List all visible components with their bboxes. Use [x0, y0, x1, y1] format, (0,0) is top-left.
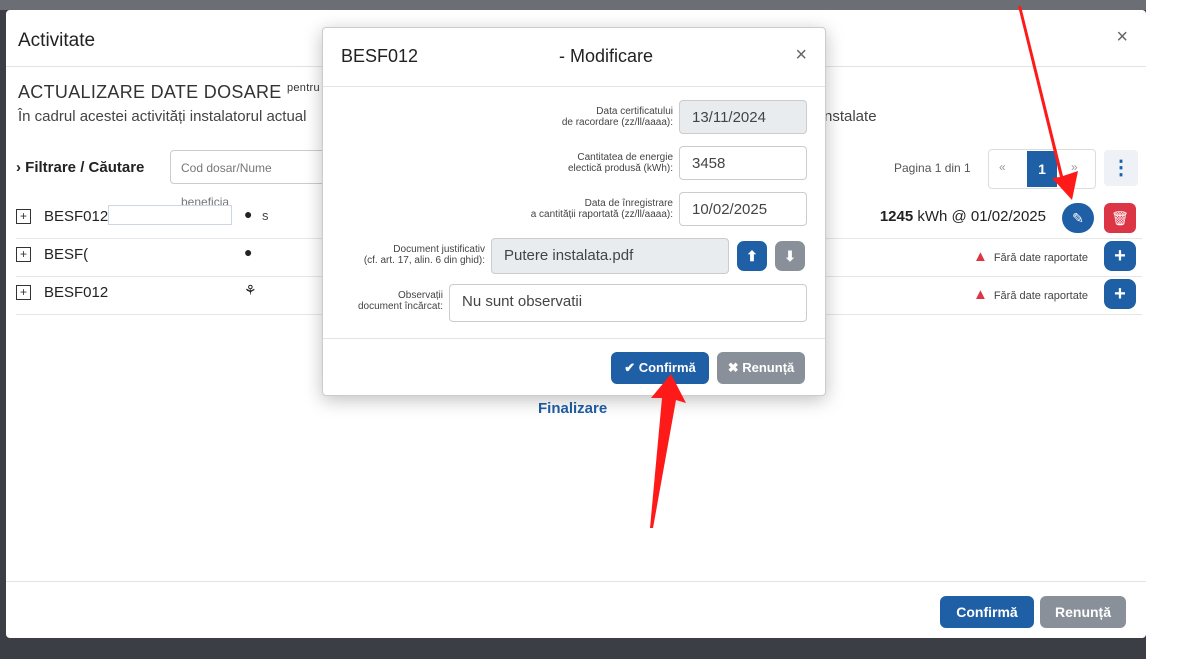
- label-line: electică produsă (kWh):: [567, 163, 673, 174]
- page-edge: [1146, 0, 1204, 659]
- filter-label: Filtrare / Căutare: [25, 159, 145, 176]
- status-warning: ▲ Fără date raportate: [973, 248, 1088, 265]
- filter-toggle[interactable]: › Filtrare / Căutare: [16, 159, 144, 176]
- modal-code: BESF012: [341, 46, 419, 66]
- dossier-code: BESF012: [44, 284, 109, 301]
- status-text: Fără date raportate: [993, 252, 1088, 264]
- download-icon: ⬇: [784, 248, 796, 264]
- divider: [323, 86, 825, 87]
- dossier-code: BESF012(: [44, 208, 114, 225]
- kwh-value: 1245: [879, 208, 914, 225]
- confirm-button[interactable]: Confirmă: [940, 596, 1034, 628]
- finalizare-link[interactable]: Finalizare: [538, 400, 607, 417]
- cancel-button[interactable]: Renunță: [1040, 596, 1126, 628]
- user-icon: ●: [244, 244, 253, 260]
- status-text: Fără date raportate: [993, 290, 1088, 302]
- delete-button[interactable]: 🗑: [1104, 203, 1136, 233]
- field-label: Cantitatea de energie electică produsă (…: [483, 152, 673, 174]
- confirm-button[interactable]: ✔ Confirmă: [611, 352, 709, 384]
- edit-modal: BESF012 - Modificare × Data certificatul…: [322, 27, 826, 396]
- registration-date-field[interactable]: 10/02/2025: [679, 192, 807, 226]
- expand-icon[interactable]: +: [16, 247, 31, 262]
- expand-icon[interactable]: +: [16, 209, 31, 224]
- divider: [323, 338, 825, 339]
- status-warning: ▲ Fără date raportate: [973, 286, 1088, 303]
- field-label: Document justificativ (cf. art. 17, alin…: [329, 244, 485, 266]
- label-line: Observații: [397, 290, 443, 301]
- field-label: Observații document încărcat:: [329, 290, 443, 312]
- modal-title: - Modificare: [559, 46, 654, 66]
- org-icon: ⚘: [244, 282, 257, 298]
- section-heading: ACTUALIZARE DATE DOSARE pentru: [18, 82, 320, 103]
- pagination-label: Pagina 1 din 1: [894, 161, 971, 175]
- divider: [6, 581, 1146, 582]
- close-icon[interactable]: ×: [795, 44, 807, 67]
- heading-sup: pentru: [286, 82, 320, 94]
- document-field[interactable]: Putere instalata.pdf: [491, 238, 729, 274]
- check-icon: ✔: [624, 360, 639, 375]
- reported-value: 1245 kWh @ 01/02/2025: [880, 208, 1046, 225]
- backdrop-strip: [0, 0, 1146, 10]
- label-line: document încărcat:: [357, 301, 443, 312]
- confirm-label: Confirmă: [638, 360, 696, 375]
- redacted-field: [264, 282, 320, 300]
- label-line: Document justificativ: [393, 244, 485, 255]
- energy-quantity-field[interactable]: 3458: [679, 146, 807, 180]
- warning-icon: ▲: [972, 248, 988, 265]
- observations-field[interactable]: Nu sunt observatii: [449, 284, 807, 322]
- dossier-code: BESF(: [44, 246, 89, 263]
- pagination: « 1 »: [988, 149, 1096, 189]
- close-icon[interactable]: ×: [1116, 26, 1128, 49]
- x-icon: ✖: [727, 360, 743, 375]
- modal-title: Activitate: [18, 30, 96, 51]
- pagination-prev[interactable]: «: [999, 160, 1006, 174]
- add-report-button[interactable]: +: [1104, 241, 1136, 271]
- description-tail: nstalate: [824, 108, 877, 125]
- kwh-unit-date: kWh @ 01/02/2025: [917, 208, 1046, 225]
- upload-button[interactable]: ⬆: [737, 241, 767, 271]
- label-line: de racordare (zz/ll/aaaa):: [561, 117, 673, 128]
- plus-icon: +: [1114, 283, 1126, 305]
- pagination-next[interactable]: »: [1071, 160, 1078, 174]
- edit-button[interactable]: ✎: [1062, 203, 1094, 233]
- expand-icon[interactable]: +: [16, 285, 31, 300]
- label-line: (cf. art. 17, alin. 6 din ghid):: [363, 255, 485, 266]
- chevron-right-icon: ›: [16, 159, 26, 176]
- upload-icon: ⬆: [746, 248, 758, 264]
- label-line: Cantitatea de energie: [577, 152, 673, 163]
- connection-date-field[interactable]: 13/11/2024: [679, 100, 807, 134]
- download-button[interactable]: ⬇: [775, 241, 805, 271]
- user-icon: ●: [244, 206, 253, 222]
- plus-icon: +: [1114, 245, 1126, 267]
- pagination-current[interactable]: 1: [1027, 151, 1057, 187]
- more-options-icon[interactable]: ⋮: [1104, 150, 1138, 186]
- label-line: a cantității raportată (zz/ll/aaaa):: [530, 209, 673, 220]
- description: În cadrul acestei activități instalatoru…: [18, 108, 307, 125]
- warning-icon: ▲: [972, 286, 988, 303]
- search-input[interactable]: Cod dosar/Nume beneficia: [170, 150, 330, 209]
- trash-icon: 🗑: [1111, 210, 1129, 226]
- person-initial: s: [262, 208, 269, 223]
- field-label: Data certificatului de racordare (zz/ll/…: [483, 106, 673, 128]
- label-line: Data certificatului: [596, 106, 673, 117]
- redacted-field: [264, 244, 308, 262]
- redacted-field: [108, 205, 232, 225]
- heading-text: ACTUALIZARE DATE DOSARE: [18, 82, 282, 102]
- cancel-label: Renunță: [742, 360, 795, 375]
- label-line: Data de înregistrare: [584, 198, 673, 209]
- add-report-button[interactable]: +: [1104, 279, 1136, 309]
- pencil-icon: ✎: [1072, 210, 1084, 226]
- cancel-button[interactable]: ✖ Renunță: [717, 352, 805, 384]
- field-label: Data de înregistrare a cantității raport…: [433, 198, 673, 220]
